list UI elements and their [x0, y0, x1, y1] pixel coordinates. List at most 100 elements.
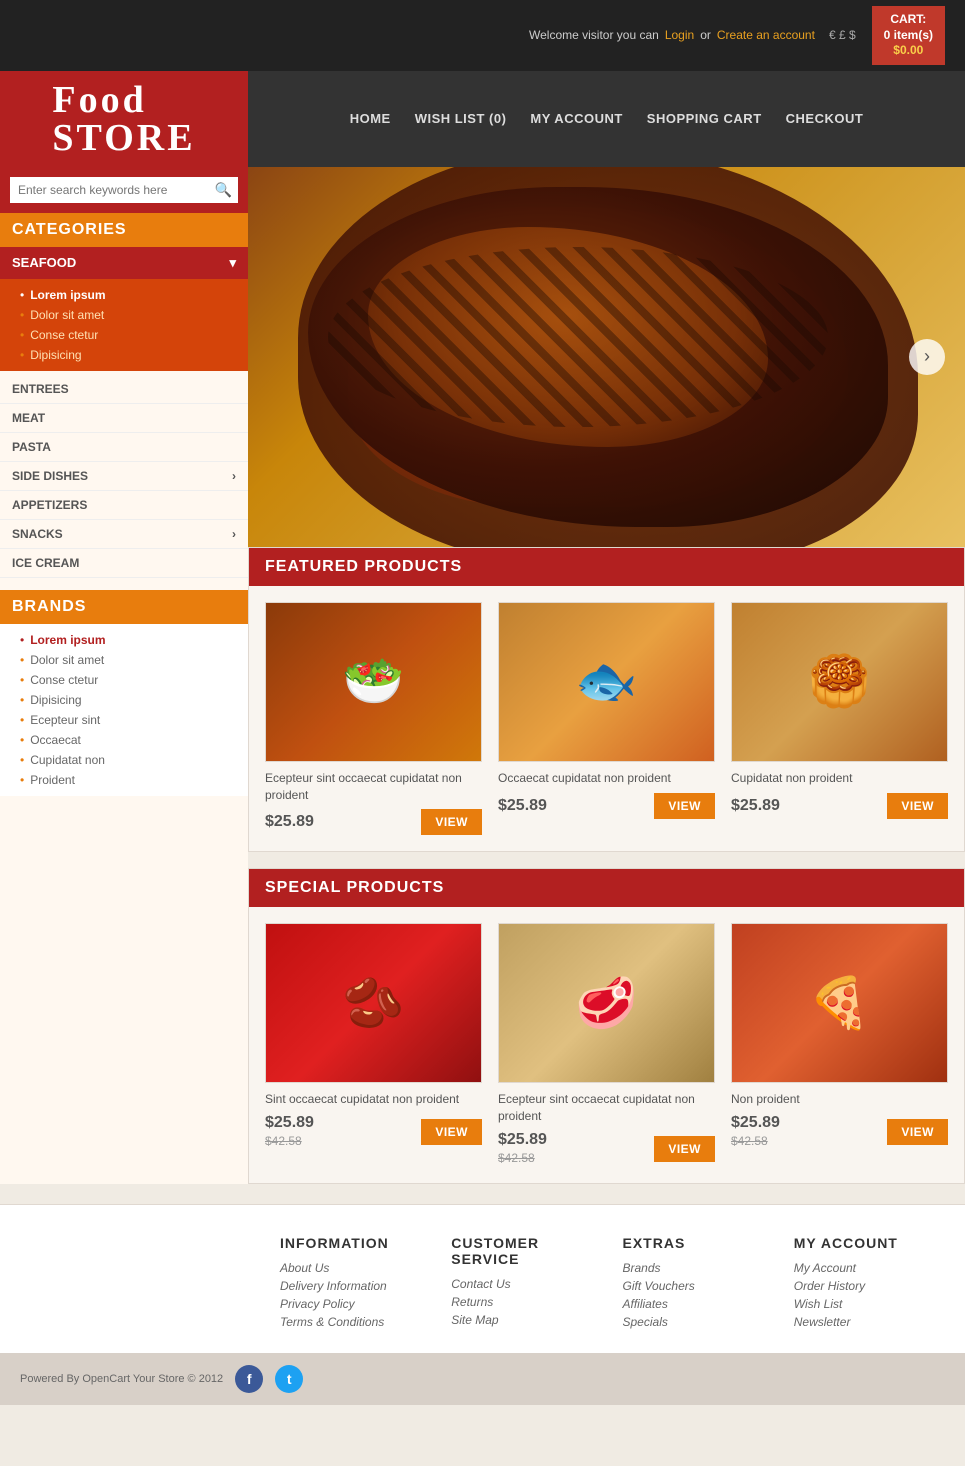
product-name: Sint occaecat cupidatat non proident — [265, 1091, 482, 1108]
category-list: ENTREES MEAT PASTA SIDE DISHES› APPETIZE… — [0, 371, 248, 582]
search-icon[interactable]: 🔍 — [215, 181, 232, 198]
footer-link[interactable]: Delivery Information — [280, 1279, 431, 1293]
dropdown-arrow-icon: ▾ — [229, 255, 236, 271]
search-input[interactable] — [10, 177, 238, 203]
featured-products-title: FEATURED PRODUCTS — [249, 548, 964, 586]
product-card: 🥗 Ecepteur sint occaecat cupidatat non p… — [265, 602, 482, 836]
category-side-dishes[interactable]: SIDE DISHES› — [0, 462, 248, 491]
view-button[interactable]: VIEW — [654, 1136, 715, 1162]
footer-link[interactable]: Gift Vouchers — [623, 1279, 774, 1293]
footer-link[interactable]: Contact Us — [451, 1277, 602, 1291]
product-name: Ecepteur sint occaecat cupidatat non pro… — [265, 770, 482, 804]
brands-list: Lorem ipsum Dolor sit amet Conse ctetur … — [0, 624, 248, 796]
product-name: Non proident — [731, 1091, 948, 1108]
product-name: Cupidatat non proident — [731, 770, 948, 787]
footer-link[interactable]: Newsletter — [794, 1315, 945, 1329]
featured-products-section: FEATURED PRODUCTS 🥗 Ecepteur sint occaec… — [248, 547, 965, 853]
category-ice-cream[interactable]: ICE CREAM — [0, 549, 248, 578]
footer-link[interactable]: Order History — [794, 1279, 945, 1293]
footer-my-account-title: MY ACCOUNT — [794, 1235, 945, 1251]
cart-button[interactable]: CART: 0 item(s) $0.00 — [872, 6, 945, 65]
footer-information: INFORMATION About Us Delivery Informatio… — [280, 1235, 431, 1333]
list-item[interactable]: Dolor sit amet — [20, 650, 248, 670]
welcome-text: Welcome visitor you can — [529, 28, 659, 42]
footer-bottom: Powered By OpenCart Your Store © 2012 f … — [0, 1353, 965, 1405]
list-item[interactable]: Cupidatat non — [20, 750, 248, 770]
view-button[interactable]: VIEW — [887, 1119, 948, 1145]
footer-link[interactable]: My Account — [794, 1261, 945, 1275]
product-image: 🥩 — [498, 923, 715, 1083]
price-block: $25.89 $42.58 — [498, 1131, 547, 1167]
facebook-icon[interactable]: f — [235, 1365, 263, 1393]
list-item[interactable]: Ecepteur sint — [20, 710, 248, 730]
list-item[interactable]: Conse ctetur — [20, 325, 248, 345]
chevron-right-icon: › — [232, 469, 236, 483]
footer: INFORMATION About Us Delivery Informatio… — [0, 1204, 965, 1353]
nav-myaccount[interactable]: MY ACCOUNT — [530, 111, 622, 126]
list-item[interactable]: Dolor sit amet — [20, 305, 248, 325]
list-item[interactable]: Occaecat — [20, 730, 248, 750]
hero-slider: › — [248, 167, 965, 547]
list-item[interactable]: Lorem ipsum — [20, 285, 248, 305]
category-meat[interactable]: MEAT — [0, 404, 248, 433]
list-item[interactable]: Dipisicing — [20, 690, 248, 710]
footer-link[interactable]: Terms & Conditions — [280, 1315, 431, 1329]
top-bar: Welcome visitor you can Login or Create … — [0, 0, 965, 71]
special-products-grid: 🫘 Sint occaecat cupidatat non proident $… — [249, 907, 964, 1183]
product-price: $25.89 — [731, 1114, 780, 1132]
footer-link[interactable]: About Us — [280, 1261, 431, 1275]
view-button[interactable]: VIEW — [654, 793, 715, 819]
nav-home[interactable]: HOME — [350, 111, 391, 126]
product-price-row: $25.89 $42.58 VIEW — [498, 1131, 715, 1167]
login-link[interactable]: Login — [665, 28, 694, 42]
footer-link[interactable]: Site Map — [451, 1313, 602, 1327]
product-price-row: $25.89 VIEW — [265, 809, 482, 835]
hero-next-arrow[interactable]: › — [909, 339, 945, 375]
footer-link[interactable]: Specials — [623, 1315, 774, 1329]
category-seafood[interactable]: SEAFOOD ▾ — [0, 247, 248, 279]
price-block: $25.89 $42.58 — [265, 1114, 314, 1150]
category-appetizers[interactable]: APPETIZERS — [0, 491, 248, 520]
product-price: $25.89 — [731, 797, 780, 815]
list-item[interactable]: Lorem ipsum — [20, 630, 248, 650]
product-image: 🫘 — [265, 923, 482, 1083]
view-button[interactable]: VIEW — [887, 793, 948, 819]
footer-link[interactable]: Privacy Policy — [280, 1297, 431, 1311]
cart-price: $0.00 — [884, 43, 933, 59]
category-entrees[interactable]: ENTREES — [0, 375, 248, 404]
price-block: $25.89 $42.58 — [731, 1114, 780, 1150]
view-button[interactable]: VIEW — [421, 1119, 482, 1145]
product-card: 🫘 Sint occaecat cupidatat non proident $… — [265, 923, 482, 1167]
footer-link[interactable]: Affiliates — [623, 1297, 774, 1311]
currencies: € £ $ — [829, 28, 856, 42]
list-item[interactable]: Conse ctetur — [20, 670, 248, 690]
product-price: $25.89 — [265, 813, 314, 831]
product-price: $25.89 — [498, 1131, 547, 1149]
category-snacks[interactable]: SNACKS› — [0, 520, 248, 549]
chevron-right-icon: › — [232, 527, 236, 541]
sidebar: 🔍 CATEGORIES SEAFOOD ▾ Lorem ipsum Dolor… — [0, 167, 248, 1184]
main-layout: 🔍 CATEGORIES SEAFOOD ▾ Lorem ipsum Dolor… — [0, 167, 965, 1184]
product-old-price: $42.58 — [498, 1151, 535, 1165]
list-item[interactable]: Proident — [20, 770, 248, 790]
nav-cart[interactable]: SHOPPING CART — [647, 111, 762, 126]
product-price: $25.89 — [498, 797, 547, 815]
product-price-row: $25.89 $42.58 VIEW — [265, 1114, 482, 1150]
product-image: 🐟 — [498, 602, 715, 762]
footer-link[interactable]: Wish List — [794, 1297, 945, 1311]
nav-wishlist[interactable]: WISH LIST (0) — [415, 111, 507, 126]
cart-items: 0 item(s) — [884, 28, 933, 44]
product-old-price: $42.58 — [265, 1134, 302, 1148]
footer-link[interactable]: Returns — [451, 1295, 602, 1309]
product-price-row: $25.89 VIEW — [498, 793, 715, 819]
footer-information-title: INFORMATION — [280, 1235, 431, 1251]
logo[interactable]: Food STORE — [0, 71, 248, 167]
footer-link[interactable]: Brands — [623, 1261, 774, 1275]
twitter-icon[interactable]: t — [275, 1365, 303, 1393]
category-pasta[interactable]: PASTA — [0, 433, 248, 462]
product-card: 🐟 Occaecat cupidatat non proident $25.89… — [498, 602, 715, 836]
create-account-link[interactable]: Create an account — [717, 28, 815, 42]
view-button[interactable]: VIEW — [421, 809, 482, 835]
list-item[interactable]: Dipisicing — [20, 345, 248, 365]
nav-checkout[interactable]: CHECKOUT — [786, 111, 864, 126]
